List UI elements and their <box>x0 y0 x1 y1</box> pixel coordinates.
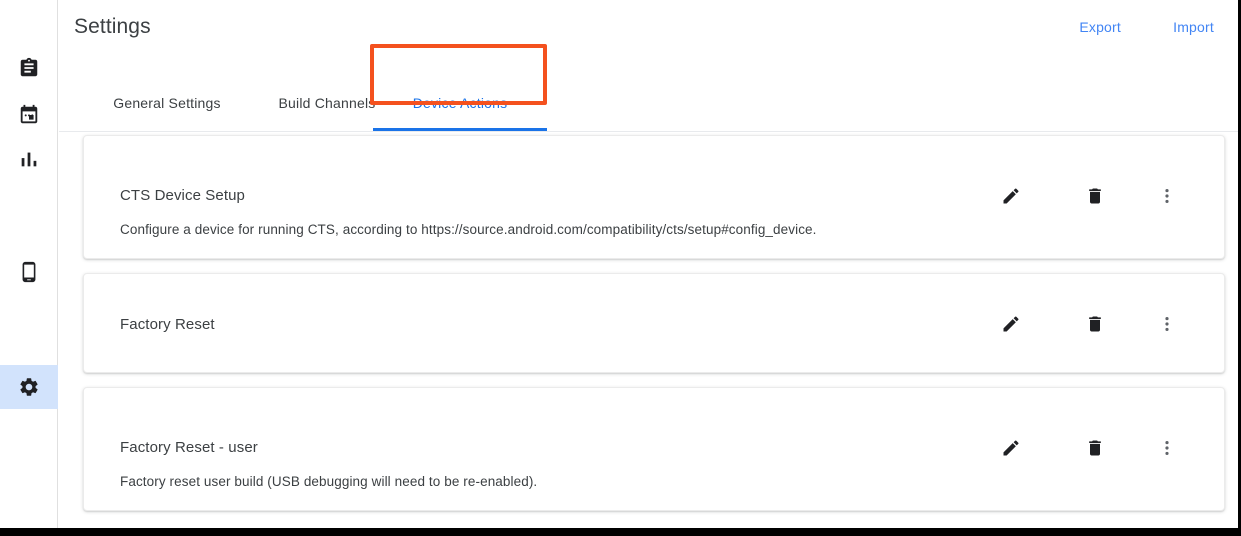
more-options-button[interactable] <box>1147 428 1187 468</box>
tab-active-indicator <box>373 128 547 131</box>
trash-icon <box>1089 440 1101 456</box>
import-button[interactable]: Import <box>1173 19 1214 35</box>
device-action-name: Factory Reset - user <box>120 439 258 456</box>
pencil-icon <box>1003 440 1019 456</box>
more-options-button[interactable] <box>1147 176 1187 216</box>
trash-icon <box>1089 316 1101 332</box>
more-options-button[interactable] <box>1147 304 1187 344</box>
page-title: Settings <box>74 15 151 38</box>
smartphone-icon <box>18 261 40 283</box>
assignment-icon <box>18 57 40 79</box>
sidebar-item-bar-chart[interactable] <box>0 137 58 181</box>
page-header: Settings Export Import <box>59 0 1238 73</box>
more-vert-icon <box>1165 441 1169 455</box>
more-vert-icon <box>1165 189 1169 203</box>
tab-general-settings[interactable]: General Settings <box>87 73 247 132</box>
pencil-icon <box>1003 188 1019 204</box>
gear-icon <box>18 376 40 398</box>
pencil-icon <box>1003 316 1019 332</box>
sidebar-item-calendar[interactable] <box>0 93 58 137</box>
device-action-name: CTS Device Setup <box>120 187 245 204</box>
device-action-text: Factory Reset <box>120 316 215 333</box>
export-button[interactable]: Export <box>1079 19 1121 35</box>
edit-button[interactable] <box>991 176 1031 216</box>
bar-chart-icon <box>18 148 40 170</box>
device-action-text: CTS Device Setup Configure a device for … <box>120 187 817 237</box>
device-action-description: Configure a device for running CTS, acco… <box>120 222 817 237</box>
device-action-name: Factory Reset <box>120 316 215 333</box>
sidebar-item-devices[interactable] <box>0 250 58 294</box>
sidebar-item-assignment[interactable] <box>0 46 58 90</box>
device-action-buttons <box>991 176 1187 216</box>
device-action-card[interactable]: Factory Reset <box>83 273 1225 373</box>
main-content: Settings Export Import General Settings … <box>59 0 1238 528</box>
more-vert-icon <box>1165 317 1169 331</box>
delete-button[interactable] <box>1075 176 1115 216</box>
delete-button[interactable] <box>1075 428 1115 468</box>
edit-button[interactable] <box>991 304 1031 344</box>
device-action-card[interactable]: CTS Device Setup Configure a device for … <box>83 135 1225 259</box>
left-nav-rail <box>0 0 58 528</box>
device-action-description: Factory reset user build (USB debugging … <box>120 474 538 489</box>
trash-icon <box>1089 188 1101 204</box>
edit-button[interactable] <box>991 428 1031 468</box>
device-action-buttons <box>991 428 1187 468</box>
settings-page: Settings Export Import General Settings … <box>0 0 1241 536</box>
tab-device-actions[interactable]: Device Actions <box>372 73 548 132</box>
device-actions-list: CTS Device Setup Configure a device for … <box>59 132 1238 528</box>
device-action-text: Factory Reset - user Factory reset user … <box>120 439 537 489</box>
device-action-card[interactable]: Factory Reset - user Factory reset user … <box>83 387 1225 511</box>
calendar-icon <box>18 104 40 126</box>
delete-button[interactable] <box>1075 304 1115 344</box>
sidebar-item-settings[interactable] <box>0 365 58 409</box>
device-action-buttons <box>991 304 1187 344</box>
tab-bar: General Settings Build Channels Device A… <box>59 44 1238 132</box>
